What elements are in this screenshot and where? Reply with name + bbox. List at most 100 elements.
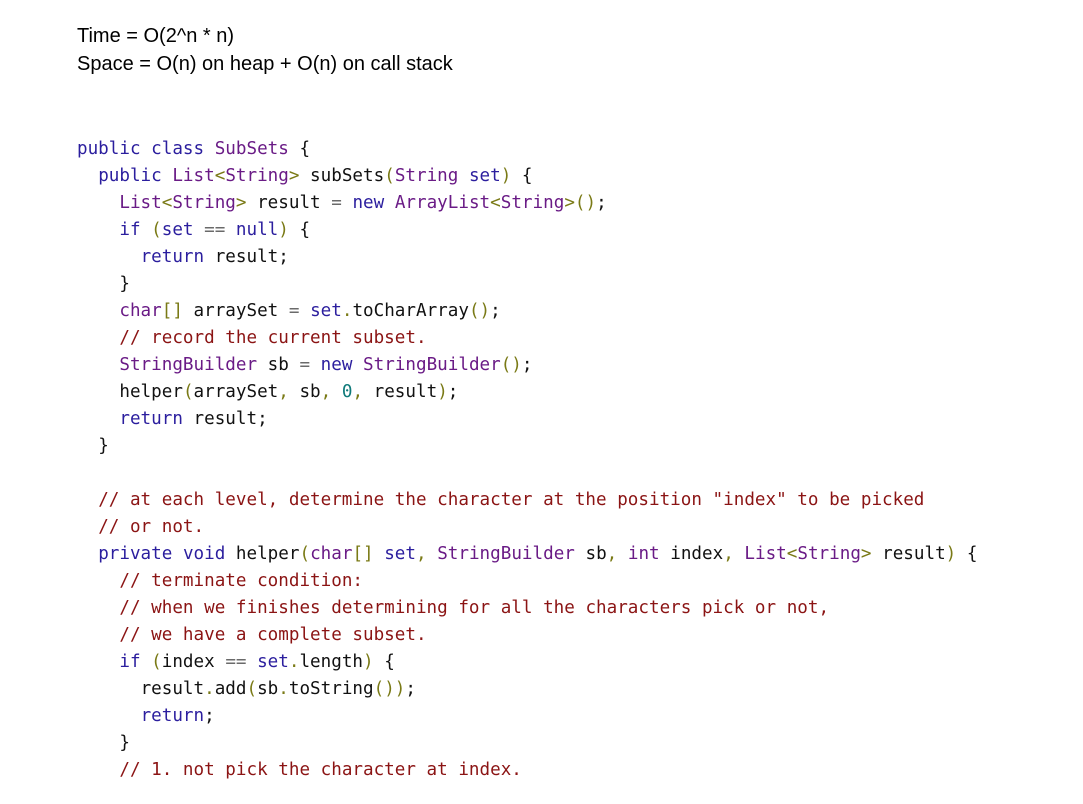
time-complexity: Time = O(2^n * n) <box>77 25 235 47</box>
code-token: set <box>257 652 289 672</box>
code-line: helper(arraySet, sb, 0, result); <box>77 379 977 406</box>
code-token: StringBuilder <box>437 544 575 564</box>
code-token: set <box>161 220 194 240</box>
code-token: // or not. <box>98 517 205 537</box>
code-token: ) <box>363 652 374 672</box>
code-token: add <box>214 679 247 699</box>
code-token: set <box>468 166 501 186</box>
code-token: { <box>373 652 395 672</box>
code-token: length <box>299 652 364 672</box>
code-token: helper <box>225 544 300 564</box>
code-token: ) <box>500 166 512 186</box>
code-line: return result; <box>77 406 977 433</box>
code-token: ( <box>182 382 194 402</box>
code-line: private void helper(char[] set, StringBu… <box>77 541 977 568</box>
code-token: { <box>956 544 978 564</box>
code-token: ( <box>246 679 258 699</box>
space-complexity: Space = O(n) on heap + O(n) on call stac… <box>77 53 453 75</box>
code-token: , <box>278 382 289 402</box>
code-token: set <box>384 544 416 564</box>
code-line: public List<String> subSets(String set) … <box>77 163 977 190</box>
code-token: String <box>172 193 236 213</box>
code-token: arraySet <box>182 301 289 321</box>
code-token: . <box>278 679 289 699</box>
code-token: == <box>204 220 226 240</box>
code-token: String <box>225 166 289 186</box>
code-token: if <box>119 220 141 240</box>
code-token: List <box>744 544 787 564</box>
code-token: arraySet <box>193 382 279 402</box>
code-token: ArrayList <box>394 193 491 213</box>
code-token: helper <box>119 382 183 402</box>
code-token: int <box>627 544 660 564</box>
code-token: ; <box>405 679 416 699</box>
code-token: , <box>416 544 427 564</box>
code-line: // record the current subset. <box>77 325 977 352</box>
code-token: void <box>182 544 226 564</box>
code-token: String <box>500 193 565 213</box>
code-token: () <box>468 301 491 321</box>
code-token: ) <box>437 382 448 402</box>
code-token: { <box>288 220 311 240</box>
code-token: // record the current subset. <box>119 328 427 348</box>
code-token: return <box>140 706 205 726</box>
code-line: // or not. <box>77 514 977 541</box>
code-token: . <box>288 652 300 672</box>
code-token: { <box>511 166 533 186</box>
code-line: char[] arraySet = set.toCharArray(); <box>77 298 977 325</box>
code-line: result.add(sb.toString()); <box>77 676 977 703</box>
code-token: = <box>331 193 342 213</box>
code-token: > <box>860 544 872 564</box>
code-token: ) <box>278 220 289 240</box>
code-line: } <box>77 730 977 757</box>
code-line: if (index == set.length) { <box>77 649 977 676</box>
code-token: toCharArray <box>352 301 469 321</box>
code-token: , <box>352 382 364 402</box>
code-token: return <box>140 247 205 267</box>
code-token: ( <box>151 220 162 240</box>
code-token: < <box>161 193 173 213</box>
code-token: // at each level, determine the characte… <box>98 490 713 510</box>
code-token: "index" <box>712 490 787 510</box>
code-line: public class SubSets { <box>77 136 977 163</box>
code-token: set <box>310 301 342 321</box>
code-token: sb <box>257 355 300 375</box>
code-token: List <box>119 193 162 213</box>
code-token: ; <box>447 382 459 402</box>
code-token: sb <box>574 544 607 564</box>
code-token: > <box>235 193 247 213</box>
code-token: < <box>214 166 226 186</box>
code-token: ) <box>945 544 957 564</box>
code-token: private <box>98 544 173 564</box>
complexity-notes: Time = O(2^n * n) Space = O(n) on heap +… <box>77 22 453 78</box>
code-token: result; <box>204 247 289 267</box>
code-token: // when we finishes determining for all … <box>119 598 830 618</box>
code-block: public class SubSets { public List<Strin… <box>77 136 977 784</box>
code-token: = <box>299 355 311 375</box>
code-token: } <box>98 436 109 456</box>
code-token: ; <box>204 706 215 726</box>
code-token: [] <box>161 301 183 321</box>
code-token: [] <box>352 544 374 564</box>
code-token: toString <box>288 679 374 699</box>
code-token: ; <box>490 301 501 321</box>
